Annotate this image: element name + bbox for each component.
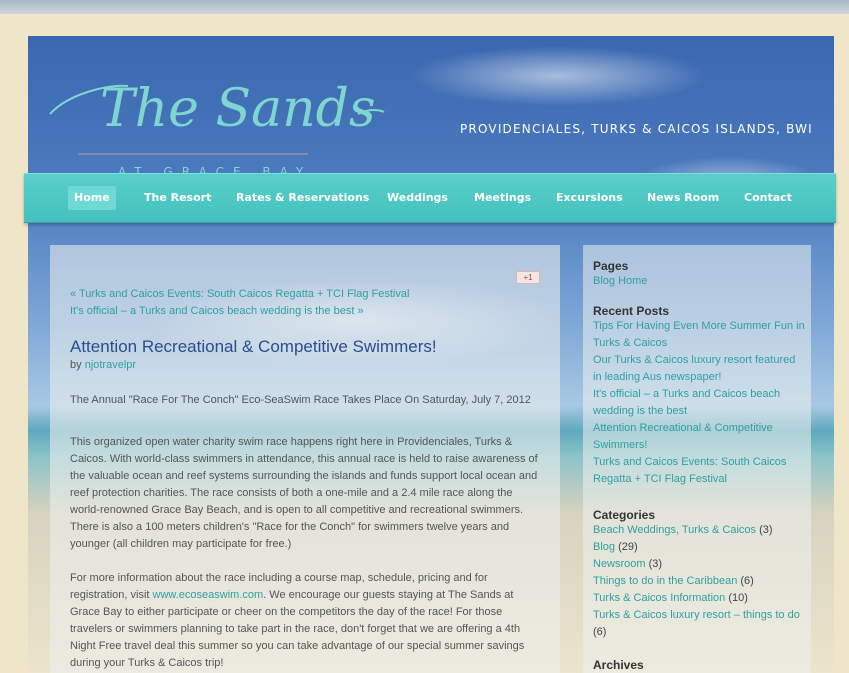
nav-rates-reservations[interactable]: Rates & Reservations bbox=[230, 186, 375, 210]
nav-excursions[interactable]: Excursions bbox=[550, 186, 629, 210]
recent-post-link[interactable]: It's official – a Turks and Caicos beach… bbox=[593, 388, 780, 417]
category-link[interactable]: Turks & Caicos luxury resort – things to… bbox=[593, 609, 800, 621]
nav-home[interactable]: Home bbox=[68, 186, 116, 210]
sidebar-recent-posts: Recent Posts Tips For Having Even More S… bbox=[593, 304, 805, 488]
category-link[interactable]: Beach Weddings, Turks & Caicos bbox=[593, 524, 756, 536]
post-intro: The Annual "Race For The Conch" Eco-SeaS… bbox=[70, 394, 531, 406]
category-count: (3) bbox=[759, 524, 773, 536]
next-post-link[interactable]: It's official – a Turks and Caicos beach… bbox=[70, 305, 364, 317]
sidebar-link-blog-home[interactable]: Blog Home bbox=[593, 275, 647, 287]
cloud-decoration bbox=[408, 46, 708, 106]
recent-posts-heading: Recent Posts bbox=[593, 304, 670, 318]
by-label: by bbox=[70, 359, 82, 371]
nav-weddings[interactable]: Weddings bbox=[381, 186, 454, 210]
recent-post-link[interactable]: Tips For Having Even More Summer Fun in … bbox=[593, 320, 805, 349]
previous-post-link[interactable]: « Turks and Caicos Events: South Caicos … bbox=[70, 288, 409, 300]
category-count: (29) bbox=[618, 541, 638, 553]
nav-the-resort[interactable]: The Resort bbox=[138, 186, 217, 210]
category-link[interactable]: Newsroom bbox=[593, 558, 646, 570]
recent-post-link[interactable]: Turks and Caicos Events: South Caicos Re… bbox=[593, 456, 786, 485]
paragraph-text: . We encourage our guests staying at The… bbox=[70, 589, 525, 669]
post-title: Attention Recreational & Competitive Swi… bbox=[70, 337, 437, 356]
post-paragraph: For more information about the race incl… bbox=[70, 570, 542, 672]
category-count: (10) bbox=[728, 592, 748, 604]
sidebar: Pages Blog Home Recent Posts Tips For Ha… bbox=[583, 245, 811, 673]
sidebar-categories: Categories Beach Weddings, Turks & Caico… bbox=[593, 508, 805, 641]
logo-script: The Sands bbox=[100, 79, 376, 139]
pages-heading: Pages bbox=[593, 259, 629, 273]
site-tagline: PROVIDENCIALES, TURKS & CAICOS ISLANDS, … bbox=[460, 122, 813, 136]
archives-heading: Archives bbox=[593, 658, 644, 672]
category-link[interactable]: Turks & Caicos Information bbox=[593, 592, 725, 604]
post-byline: by njotravelpr bbox=[70, 359, 136, 371]
nav-meetings[interactable]: Meetings bbox=[468, 186, 537, 210]
category-link[interactable]: Things to do in the Caribbean bbox=[593, 575, 737, 587]
sidebar-pages: Pages Blog Home bbox=[593, 259, 805, 290]
author-link[interactable]: njotravelpr bbox=[85, 359, 136, 371]
recent-post-link[interactable]: Our Turks & Caicos luxury resort feature… bbox=[593, 354, 795, 383]
google-plus-button[interactable]: +1 bbox=[516, 271, 540, 284]
categories-heading: Categories bbox=[593, 508, 656, 522]
site-logo[interactable]: The Sands AT GRACE BAY bbox=[48, 54, 388, 174]
ecoseaswim-link[interactable]: www.ecoseaswim.com bbox=[153, 589, 264, 601]
recent-post-link[interactable]: Attention Recreational & Competitive Swi… bbox=[593, 422, 773, 451]
main-nav: Home The Resort Rates & Reservations Wed… bbox=[24, 173, 836, 223]
nav-news-room[interactable]: News Room bbox=[641, 186, 725, 210]
nav-contact[interactable]: Contact bbox=[738, 186, 798, 210]
post-paragraph: This organized open water charity swim r… bbox=[70, 436, 538, 550]
category-count: (3) bbox=[648, 558, 663, 570]
browser-top-strip bbox=[0, 0, 849, 14]
category-count: (6) bbox=[593, 626, 607, 638]
category-link[interactable]: Blog bbox=[593, 541, 615, 553]
post-content: +1 « Turks and Caicos Events: South Caic… bbox=[50, 245, 560, 673]
sidebar-archives: Archives bbox=[593, 658, 805, 672]
category-count: (6) bbox=[740, 575, 754, 587]
